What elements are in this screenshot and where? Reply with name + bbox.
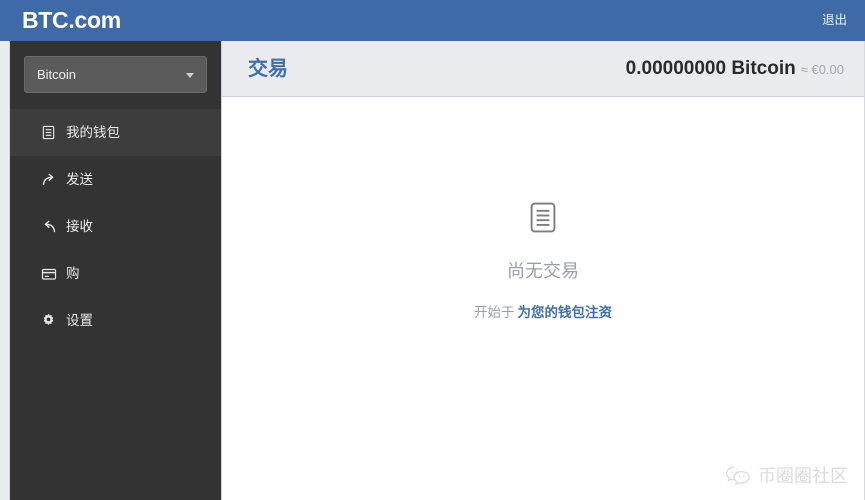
sidebar-item-buy[interactable]: 购 xyxy=(10,250,221,297)
sidebar-item-label: 设置 xyxy=(66,312,93,328)
page-title: 交易 xyxy=(248,58,288,80)
content-header: 交易 0.00000000 Bitcoin ≈ €0.00 xyxy=(222,41,864,97)
balance-fiat-approx: ≈ €0.00 xyxy=(800,62,844,77)
sidebar-item-receive[interactable]: 接收 xyxy=(10,203,221,250)
app-window: BTC.com 退出 Bitcoin 我的钱包 发送 接收 购 设置 交易 0.… xyxy=(0,0,865,500)
sidebar-item-label: 我的钱包 xyxy=(66,124,120,140)
credit-card-icon xyxy=(40,265,57,282)
brand-logo[interactable]: BTC.com xyxy=(22,5,121,35)
sidebar-item-label: 接收 xyxy=(66,218,93,234)
send-arrow-icon xyxy=(40,171,57,188)
chevron-down-icon xyxy=(186,73,194,78)
empty-state-subtitle: 开始于 为您的钱包注资 xyxy=(222,303,864,322)
sidebar-item-settings[interactable]: 设置 xyxy=(10,297,221,344)
fund-wallet-link[interactable]: 为您的钱包注资 xyxy=(518,305,613,320)
sidebar-item-my-wallet[interactable]: 我的钱包 xyxy=(10,109,221,156)
coin-select-container: Bitcoin xyxy=(10,41,221,107)
sidebar-nav: 我的钱包 发送 接收 购 设置 xyxy=(10,109,221,344)
main-content: 交易 0.00000000 Bitcoin ≈ €0.00 尚无交易 开始于 为您的… xyxy=(222,41,865,500)
empty-state-prefix: 开始于 xyxy=(474,305,515,320)
top-navigation-bar: BTC.com 退出 xyxy=(0,0,865,41)
empty-state: 尚无交易 开始于 为您的钱包注资 xyxy=(222,97,864,322)
balance-display: 0.00000000 Bitcoin ≈ €0.00 xyxy=(626,55,844,84)
wechat-icon xyxy=(725,465,751,487)
watermark: 币圈圈社区 xyxy=(725,464,848,488)
wallet-list-icon xyxy=(40,124,57,141)
document-list-icon xyxy=(530,202,556,233)
gear-icon xyxy=(40,312,57,329)
watermark-text: 币圈圈社区 xyxy=(758,466,848,486)
balance-amount: 0.00000000 Bitcoin xyxy=(625,58,796,79)
sidebar-item-send[interactable]: 发送 xyxy=(10,156,221,203)
sidebar: Bitcoin 我的钱包 发送 接收 购 设置 xyxy=(10,41,222,500)
receive-arrow-icon xyxy=(40,218,57,235)
sidebar-item-label: 购 xyxy=(66,265,80,281)
sidebar-item-label: 发送 xyxy=(66,171,93,187)
left-gutter xyxy=(0,41,10,500)
coin-select-value: Bitcoin xyxy=(37,67,77,82)
logout-button[interactable]: 退出 xyxy=(822,12,847,29)
empty-state-title: 尚无交易 xyxy=(507,261,579,281)
coin-select-dropdown[interactable]: Bitcoin xyxy=(24,56,207,93)
